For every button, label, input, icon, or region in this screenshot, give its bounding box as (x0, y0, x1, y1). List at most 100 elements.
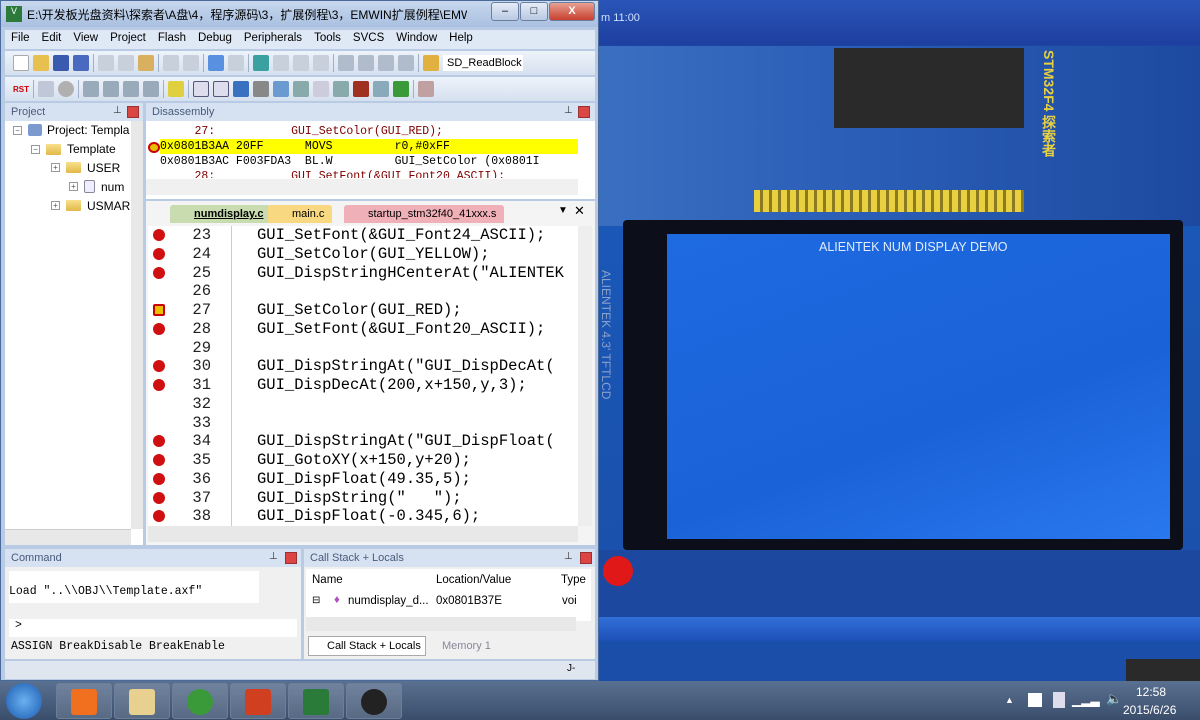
breakpoint-icon[interactable] (153, 304, 165, 316)
undo-icon[interactable] (163, 55, 179, 71)
trace-window-icon[interactable] (373, 81, 389, 97)
clock-date[interactable]: 2015/6/26 (1123, 703, 1176, 717)
editor-hscrollbar[interactable] (148, 526, 578, 542)
editor-vscrollbar[interactable] (578, 226, 592, 526)
close-pane-icon[interactable] (580, 552, 592, 564)
indent-icon[interactable] (338, 55, 354, 71)
memory-window-icon[interactable] (313, 81, 329, 97)
call-stack-window-icon[interactable] (273, 81, 289, 97)
gutter[interactable] (148, 395, 165, 414)
tree-target[interactable]: − Template (13, 140, 141, 159)
breakpoint-icon[interactable] (153, 266, 165, 279)
code-line[interactable]: 25 GUI_DispStringHCenterAt("ALIENTEK (148, 264, 578, 283)
disasm-current-line[interactable]: 0x0801B3AA 20FF MOVS r0,#0xFF (160, 139, 578, 154)
tab-callstack[interactable]: Call Stack + Locals (308, 636, 426, 656)
col-type[interactable]: Type (561, 574, 586, 586)
registers-window-icon[interactable] (253, 81, 269, 97)
taskbar-foxit-pdf[interactable] (56, 683, 112, 719)
code-area[interactable]: 23 GUI_SetFont(&GUI_Font24_ASCII); 24 GUI_S… (148, 226, 578, 526)
unindent-icon[interactable] (358, 55, 374, 71)
command-window-icon[interactable] (193, 81, 209, 97)
code-line[interactable]: 31 GUI_DispDecAt(200,x+150,y,3); (148, 376, 578, 395)
uncomment-icon[interactable] (398, 55, 414, 71)
reset-button[interactable]: RST (13, 85, 29, 94)
taskbar-camera[interactable] (346, 683, 402, 719)
breakpoint-icon[interactable] (153, 435, 165, 448)
code-line[interactable]: 36 GUI_DispFloat(49.35,5); (148, 470, 578, 489)
start-button[interactable] (6, 683, 42, 719)
step-over-icon[interactable] (103, 81, 119, 97)
menu-view[interactable]: View (67, 30, 104, 46)
new-file-icon[interactable] (13, 55, 29, 71)
tree-file[interactable]: + num (13, 177, 141, 196)
step-into-icon[interactable] (83, 81, 99, 97)
menu-help[interactable]: Help (443, 30, 479, 46)
volume-icon[interactable]: 🔈 (1106, 691, 1122, 707)
run-to-cursor-icon[interactable] (143, 81, 159, 97)
gutter[interactable] (148, 282, 165, 301)
cut-icon[interactable] (98, 55, 114, 71)
breakpoint-icon[interactable] (153, 454, 165, 466)
menu-svcs[interactable]: SVCS (347, 30, 390, 46)
watch-window-icon[interactable] (293, 81, 309, 97)
code-line[interactable]: 34 GUI_DispStringAt("GUI_DispFloat( (148, 432, 578, 451)
callstack-row[interactable]: ⊟ ♦ numdisplay_d... 0x0801B37E voi (312, 593, 582, 611)
breakpoint-icon[interactable] (153, 360, 165, 373)
forward-icon[interactable] (228, 55, 244, 71)
tab-memory1[interactable]: Memory 1 (426, 638, 495, 652)
expand-icon[interactable]: + (69, 182, 78, 192)
save-icon[interactable] (53, 55, 69, 71)
redo-icon[interactable] (183, 55, 199, 71)
menu-flash[interactable]: Flash (152, 30, 192, 46)
close-button[interactable]: X (549, 2, 595, 21)
find-in-files-icon[interactable] (423, 55, 439, 71)
back-icon[interactable] (208, 55, 224, 71)
stop-icon[interactable] (58, 81, 74, 97)
command-input[interactable]: > (9, 619, 297, 637)
menu-tools[interactable]: Tools (308, 30, 347, 46)
expand-icon[interactable]: + (51, 163, 60, 173)
close-pane-icon[interactable] (285, 552, 297, 564)
tab-main[interactable]: main.c (268, 205, 333, 223)
taskbar-qq[interactable] (172, 683, 228, 719)
code-line[interactable]: 38 GUI_DispFloat(-0.345,6); (148, 507, 578, 526)
power-icon[interactable] (1053, 692, 1065, 708)
maximize-button[interactable]: □ (520, 2, 548, 21)
collapse-icon[interactable]: − (13, 125, 22, 135)
tree-group[interactable]: + USMAR (13, 196, 141, 215)
menu-peripherals[interactable]: Peripherals (238, 30, 308, 46)
analysis-window-icon[interactable] (353, 81, 369, 97)
minimize-button[interactable]: – (491, 2, 519, 21)
gutter[interactable] (148, 339, 165, 358)
clear-bookmarks-icon[interactable] (313, 55, 329, 71)
code-line[interactable]: 30 GUI_DispStringAt("GUI_DispDecAt( (148, 357, 578, 376)
tab-startup[interactable]: startup_stm32f40_41xxx.s (344, 205, 505, 223)
pin-icon[interactable]: ⊥ (564, 105, 573, 116)
menu-project[interactable]: Project (104, 30, 152, 46)
close-pane-icon[interactable] (127, 106, 139, 118)
menu-edit[interactable]: Edit (36, 30, 68, 46)
disasm-line[interactable]: 0x0801B3AC F003FDA3 BL.W GUI_SetColor (0… (160, 154, 578, 169)
code-line[interactable]: 33 (148, 414, 578, 433)
disassembly-window-icon[interactable] (213, 81, 229, 97)
pin-icon[interactable]: ⊥ (564, 551, 573, 562)
code-line[interactable]: 26 (148, 282, 578, 301)
pin-icon[interactable]: ⊥ (269, 551, 278, 562)
breakpoint-icon[interactable] (153, 322, 165, 335)
col-location[interactable]: Location/Value (436, 574, 511, 586)
col-name[interactable]: Name (312, 574, 343, 586)
menu-debug[interactable]: Debug (192, 30, 238, 46)
pin-icon[interactable]: ⊥ (113, 105, 122, 116)
next-bookmark-icon[interactable] (293, 55, 309, 71)
toolbox-icon[interactable] (418, 81, 434, 97)
breakpoint-icon[interactable] (153, 472, 165, 485)
collapse-icon[interactable]: ⊟ (312, 595, 320, 606)
symbols-window-icon[interactable] (233, 81, 249, 97)
project-hscrollbar[interactable] (5, 529, 131, 545)
clock-time[interactable]: 12:58 (1136, 685, 1166, 699)
tab-numdisplay[interactable]: numdisplay.c (170, 205, 272, 223)
find-combo[interactable]: SD_ReadBlock (443, 55, 523, 71)
disasm-source-line[interactable]: 27: GUI_SetColor(GUI_RED); (160, 124, 578, 139)
code-line[interactable]: 32 (148, 395, 578, 414)
code-line[interactable]: 35 GUI_GotoXY(x+150,y+20); (148, 451, 578, 470)
